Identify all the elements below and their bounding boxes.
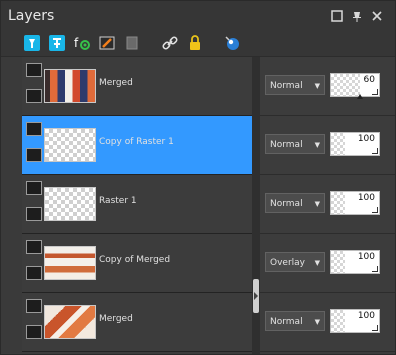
resize-handle: [372, 89, 378, 95]
new-vector-layer-icon[interactable]: [48, 34, 66, 52]
layer-list-gutter: [1, 57, 22, 353]
pane-divider-grip[interactable]: [253, 279, 259, 313]
opacity-control[interactable]: 100: [330, 191, 380, 215]
new-adjustment-layer-icon[interactable]: f: [73, 34, 91, 52]
opacity-value: 100: [356, 311, 376, 321]
layer-properties-row: Normal ▼ 100: [260, 293, 395, 352]
chevron-down-icon: ▼: [314, 82, 320, 90]
visibility-eye-icon[interactable]: [26, 148, 42, 162]
title-bar: Layers: [1, 1, 395, 31]
layer-thumbnail: [44, 69, 96, 103]
resize-handle: [372, 207, 378, 213]
layer-row[interactable]: Raster 1: [22, 175, 252, 234]
visibility-eye-icon[interactable]: [26, 89, 42, 103]
visibility-eye-icon[interactable]: [26, 207, 42, 221]
opacity-value: 100: [356, 193, 376, 203]
opacity-control[interactable]: 60: [330, 73, 380, 99]
layer-name: Merged: [99, 78, 133, 88]
view-icon[interactable]: [223, 34, 241, 52]
layer-thumbnail: [44, 187, 96, 221]
layer-row[interactable]: Copy of Raster 1: [22, 116, 252, 175]
link-layer-icon[interactable]: [161, 34, 179, 52]
pin-icon[interactable]: [350, 9, 364, 23]
layer-group-icon[interactable]: [26, 240, 42, 254]
layer-row[interactable]: Copy of Merged: [22, 234, 252, 293]
layers-toolbar: f: [1, 31, 395, 57]
layer-row[interactable]: Merged: [22, 293, 252, 352]
resize-handle: [372, 148, 378, 154]
restore-icon[interactable]: [330, 9, 344, 23]
resize-handle: [372, 266, 378, 272]
blend-mode-select[interactable]: Normal ▼: [265, 75, 325, 95]
new-mask-layer-icon[interactable]: [98, 34, 116, 52]
blend-mode-select[interactable]: Overlay ▼: [265, 252, 325, 272]
blend-mode-value: Normal: [270, 317, 303, 327]
layer-thumbnail: [44, 305, 96, 339]
layer-name: Copy of Merged: [99, 255, 171, 265]
layer-group-icon[interactable]: [26, 181, 42, 195]
opacity-value: 60: [362, 75, 376, 85]
layer-thumbnail: [44, 246, 96, 280]
chevron-down-icon: ▼: [314, 259, 320, 267]
layer-group-icon[interactable]: [26, 299, 42, 313]
chevron-down-icon: ▼: [314, 141, 320, 149]
opacity-control[interactable]: 100: [330, 309, 380, 333]
layer-properties-row: Normal ▼ 100: [260, 175, 395, 234]
layer-properties-row: Normal ▼ 100: [260, 116, 395, 175]
layer-name: Merged: [99, 314, 133, 324]
visibility-eye-icon[interactable]: [26, 325, 42, 339]
layer-group-icon[interactable]: [26, 63, 42, 77]
panel-title: Layers: [8, 8, 55, 24]
blend-mode-select[interactable]: Normal ▼: [265, 193, 325, 213]
opacity-value: 100: [356, 252, 376, 262]
opacity-control[interactable]: 100: [330, 132, 380, 156]
opacity-value: 100: [356, 134, 376, 144]
opacity-marker: [357, 94, 363, 99]
layer-name: Raster 1: [99, 196, 137, 206]
blend-mode-select[interactable]: Normal ▼: [265, 134, 325, 154]
layer-thumbnail: [44, 128, 96, 162]
blend-mode-value: Normal: [270, 81, 303, 91]
layers-panel: Layers f Merged Copy of Raster 1 Raster …: [0, 0, 396, 355]
chevron-down-icon: ▼: [314, 318, 320, 326]
layer-group-icon[interactable]: [26, 122, 42, 136]
blend-mode-select[interactable]: Normal ▼: [265, 311, 325, 331]
lock-icon[interactable]: [186, 34, 204, 52]
layer-list: Merged Copy of Raster 1 Raster 1 Copy of…: [22, 57, 252, 353]
close-icon[interactable]: [370, 9, 384, 23]
visibility-eye-icon[interactable]: [26, 266, 42, 280]
new-raster-layer-icon[interactable]: [23, 34, 41, 52]
layer-properties: Normal ▼ 60 Normal ▼ 100 Normal ▼ 100 Ov…: [260, 57, 395, 354]
layer-row[interactable]: Merged: [22, 57, 252, 116]
svg-text:f: f: [74, 36, 79, 50]
opacity-control[interactable]: 100: [330, 250, 380, 274]
blend-mode-value: Normal: [270, 140, 303, 150]
layer-name: Copy of Raster 1: [99, 137, 174, 147]
chevron-down-icon: ▼: [314, 200, 320, 208]
layer-properties-row: Normal ▼ 60: [260, 57, 395, 116]
blend-mode-value: Overlay: [270, 258, 305, 268]
resize-handle: [372, 325, 378, 331]
layer-properties-row: Overlay ▼ 100: [260, 234, 395, 293]
blend-mode-value: Normal: [270, 199, 303, 209]
delete-layer-icon[interactable]: [123, 34, 141, 52]
